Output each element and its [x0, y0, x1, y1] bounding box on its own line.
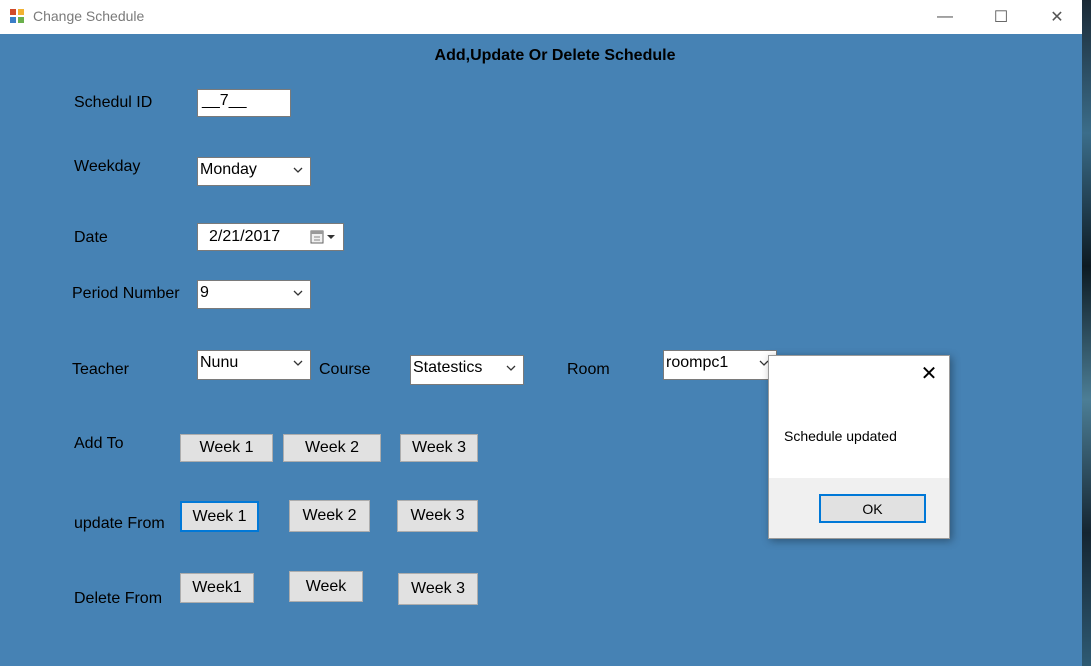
weekday-label: Weekday	[74, 158, 141, 175]
app-icon	[10, 9, 24, 23]
dialog-footer: OK	[769, 478, 949, 538]
teacher-label: Teacher	[72, 361, 129, 378]
course-select[interactable]: Statestics	[410, 355, 524, 385]
close-icon: ✕	[920, 363, 938, 385]
room-value: roompc1	[666, 354, 729, 371]
close-icon: ✕	[1050, 9, 1064, 26]
date-value: 2/21/2017	[209, 228, 281, 245]
form-area	[0, 34, 1082, 666]
course-label: Course	[319, 361, 371, 378]
period-number-select[interactable]: 9	[197, 280, 311, 309]
update-from-label: update From	[74, 515, 165, 532]
weekday-value: Monday	[200, 161, 257, 178]
window-title: Change Schedule	[33, 8, 145, 24]
date-picker[interactable]: 2/21/2017	[197, 223, 344, 251]
add-week-3-button[interactable]: Week 3	[400, 434, 478, 462]
weekday-select[interactable]: Monday	[197, 157, 311, 186]
chevron-down-icon	[293, 290, 303, 296]
update-week-3-button[interactable]: Week 3	[397, 500, 478, 532]
add-week-2-button[interactable]: Week 2	[283, 434, 381, 462]
background-window-edge	[1082, 0, 1091, 666]
course-value: Statestics	[413, 359, 483, 376]
room-select[interactable]: roompc1	[663, 350, 777, 380]
add-to-label: Add To	[74, 435, 124, 452]
maximize-icon: ☐	[993, 9, 1009, 26]
period-number-value: 9	[200, 284, 209, 301]
delete-week-3-button[interactable]: Week 3	[398, 573, 478, 605]
delete-week-1-button[interactable]: Week1	[180, 573, 254, 603]
maximize-button[interactable]: ☐	[973, 0, 1029, 34]
schedule-id-input[interactable]: __7__	[197, 89, 291, 117]
ok-button[interactable]: OK	[819, 494, 926, 523]
delete-from-label: Delete From	[74, 590, 163, 607]
minimize-icon: —	[937, 8, 953, 25]
delete-week-2-button[interactable]: Week	[289, 571, 363, 602]
date-label: Date	[74, 229, 108, 246]
dialog-close-button[interactable]: ✕	[919, 364, 939, 384]
update-week-2-button[interactable]: Week 2	[289, 500, 370, 532]
teacher-select[interactable]: Nunu	[197, 350, 311, 380]
period-number-label: Period Number	[72, 285, 180, 302]
title-bar[interactable]: Change Schedule — ☐ ✕	[0, 0, 1091, 34]
add-week-1-button[interactable]: Week 1	[180, 434, 273, 462]
message-dialog: ✕ Schedule updated OK	[768, 355, 950, 539]
close-button[interactable]: ✕	[1029, 0, 1085, 34]
form-heading: Add,Update Or Delete Schedule	[434, 47, 676, 64]
teacher-value: Nunu	[200, 354, 239, 371]
minimize-button[interactable]: —	[917, 0, 973, 34]
chevron-down-icon	[293, 360, 303, 366]
schedule-id-label: Schedul ID	[74, 94, 153, 111]
room-label: Room	[567, 361, 610, 378]
calendar-icon[interactable]	[310, 230, 340, 244]
chevron-down-icon	[506, 365, 516, 371]
update-week-1-button[interactable]: Week 1	[180, 501, 259, 532]
dialog-message: Schedule updated	[784, 428, 897, 444]
chevron-down-icon	[293, 167, 303, 173]
